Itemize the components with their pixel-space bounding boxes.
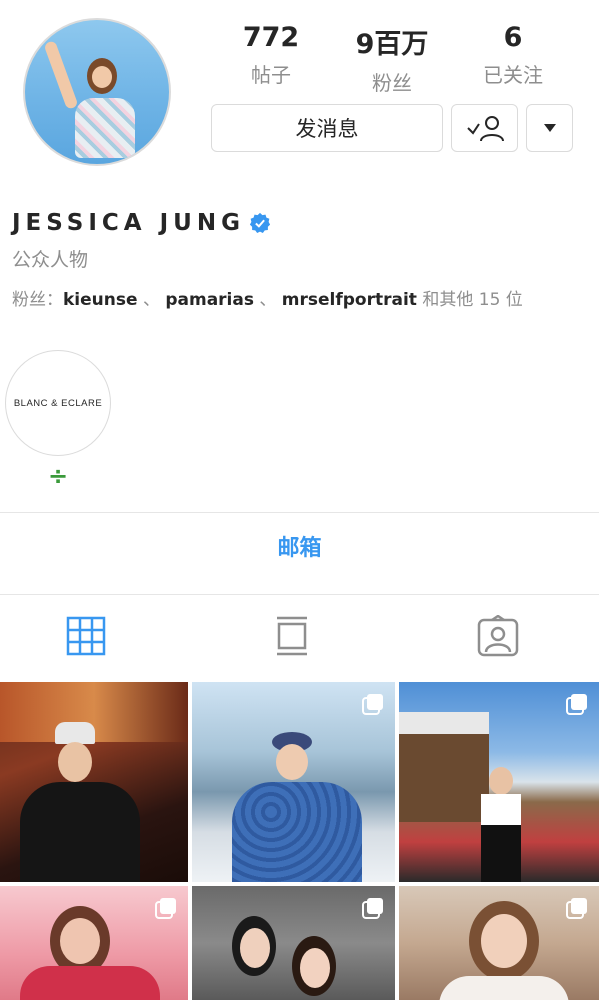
follower-link[interactable]: pamarias: [165, 290, 254, 310]
caret-down-icon: [543, 124, 556, 132]
followed-by-suffix: 和其他 15 位: [422, 290, 523, 310]
followed-by-line: 粉丝：kieunse 、 pamarias 、 mrselfportrait 和…: [12, 290, 523, 310]
divider: [0, 594, 599, 595]
following-stat[interactable]: 6 已关注: [458, 22, 568, 88]
username-text: JESSICA JUNG: [12, 210, 245, 236]
following-button[interactable]: [451, 104, 518, 152]
follower-link[interactable]: mrselfportrait: [282, 290, 417, 310]
grid-photo[interactable]: [0, 682, 188, 882]
followers-label: 粉丝: [372, 71, 412, 95]
grid-photo[interactable]: [399, 682, 599, 882]
grid-photo[interactable]: [192, 682, 395, 882]
following-count: 6: [503, 22, 523, 53]
follower-link[interactable]: kieunse: [63, 290, 138, 310]
profile-username: JESSICA JUNG: [12, 210, 271, 236]
more-options-button[interactable]: [526, 104, 573, 152]
profile-avatar[interactable]: [23, 18, 171, 166]
followers-count: 9百万: [355, 29, 429, 60]
story-highlight[interactable]: BLANC & ECLARE: [5, 350, 111, 456]
multiple-photos-icon: [566, 694, 587, 715]
followed-by-prefix: 粉丝：: [12, 290, 63, 310]
feed-icon: [277, 616, 307, 656]
multiple-photos-icon: [362, 694, 383, 715]
divider: [0, 512, 599, 513]
tab-feed[interactable]: [262, 610, 322, 662]
tab-tagged[interactable]: [468, 610, 528, 662]
grid-photo[interactable]: [399, 886, 599, 1000]
multiple-photos-icon: [566, 898, 587, 919]
posts-count: 772: [242, 22, 300, 53]
followers-stat[interactable]: 9百万 粉丝: [337, 22, 447, 96]
grid-photo[interactable]: [192, 886, 395, 1000]
highlight-logo-text: BLANC & ECLARE: [13, 397, 103, 409]
highlight-label: ÷: [48, 462, 69, 490]
following-label: 已关注: [483, 63, 543, 87]
posts-stat[interactable]: 772 帖子: [216, 22, 326, 88]
tagged-icon: [477, 615, 519, 657]
user-check-icon: [466, 116, 504, 142]
grid-photo[interactable]: [0, 886, 188, 1000]
tab-grid[interactable]: [56, 610, 116, 662]
email-button[interactable]: 邮箱: [0, 530, 599, 562]
profile-category: 公众人物: [12, 249, 89, 271]
multiple-photos-icon: [362, 898, 383, 919]
message-button[interactable]: 发消息: [211, 104, 443, 152]
posts-label: 帖子: [251, 63, 291, 87]
grid-icon: [66, 616, 106, 656]
verified-badge-icon: [249, 212, 271, 233]
multiple-photos-icon: [155, 898, 176, 919]
